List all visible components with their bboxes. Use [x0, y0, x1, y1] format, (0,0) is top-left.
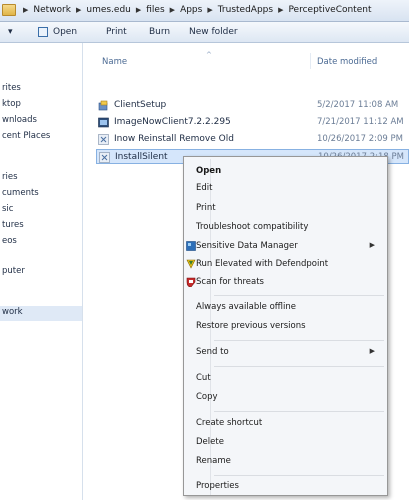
nav-item-desktop[interactable]: ktop	[2, 99, 21, 109]
submenu-arrow-icon: ▶	[369, 347, 375, 355]
menu-item-label: Scan for threats	[196, 277, 264, 287]
file-row-clientsetup[interactable]: ClientSetup 5/2/2017 11:08 AM	[96, 98, 409, 113]
menu-item-rename[interactable]: Rename	[196, 456, 231, 466]
application-icon	[98, 117, 109, 128]
menu-item-label: Run Elevated with Defendpoint	[196, 259, 329, 269]
chevron-right-icon[interactable]: ▶	[207, 6, 212, 16]
breadcrumb-umes[interactable]: umes.edu	[86, 5, 131, 15]
sort-up-icon: ^	[206, 51, 212, 59]
chevron-right-icon[interactable]: ▶	[76, 6, 81, 16]
menu-item-create-shortcut[interactable]: Create shortcut	[196, 418, 262, 428]
file-date: 5/2/2017 11:08 AM	[317, 100, 399, 110]
sensitive-data-icon	[186, 241, 196, 251]
breadcrumb-files[interactable]: files	[146, 5, 164, 15]
folder-icon	[2, 4, 16, 16]
organize-dropdown[interactable]: ▾	[8, 27, 13, 37]
print-button[interactable]: Print	[106, 27, 127, 37]
chevron-right-icon[interactable]: ▶	[136, 6, 141, 16]
file-row-inow-reinstall[interactable]: Inow Reinstall Remove Old 10/26/2017 2:0…	[96, 132, 409, 147]
command-bar: ▾ Open Print Burn New folder	[0, 22, 409, 43]
menu-item-label: Sensitive Data Manager	[196, 241, 298, 251]
menu-item-scan-threats[interactable]: Scan for threats	[186, 277, 264, 287]
column-header-date[interactable]: Date modified	[317, 57, 377, 67]
chevron-right-icon[interactable]: ▶	[278, 6, 283, 16]
open-icon	[38, 27, 48, 37]
navigation-pane: rites ktop wnloads cent Places ries cume…	[0, 43, 83, 500]
breadcrumb-perceptivecontent[interactable]: PerceptiveContent	[288, 5, 371, 15]
menu-item-run-elevated[interactable]: Run Elevated with Defendpoint	[186, 259, 329, 269]
column-divider[interactable]	[310, 53, 311, 69]
menu-item-troubleshoot[interactable]: Troubleshoot compatibility	[196, 222, 308, 232]
menu-item-properties[interactable]: Properties	[196, 481, 239, 491]
menu-separator	[214, 340, 384, 341]
menu-item-restore-versions[interactable]: Restore previous versions	[196, 321, 306, 331]
menu-separator	[214, 295, 384, 296]
submenu-arrow-icon: ▶	[369, 241, 375, 249]
nav-item-music[interactable]: sic	[2, 204, 13, 214]
nav-item-computer[interactable]: puter	[2, 266, 25, 276]
nav-item-downloads[interactable]: wnloads	[2, 115, 37, 125]
burn-button[interactable]: Burn	[149, 27, 170, 37]
file-row-imagenowclient[interactable]: ImageNowClient7.2.2.295 7/21/2017 11:12 …	[96, 115, 409, 130]
menu-item-cut[interactable]: Cut	[196, 373, 211, 383]
shield-icon	[186, 259, 196, 269]
breadcrumb-network[interactable]: Network	[33, 5, 71, 15]
new-folder-button[interactable]: New folder	[189, 27, 238, 37]
menu-item-edit[interactable]: Edit	[196, 183, 212, 193]
breadcrumb-trustedapps[interactable]: TrustedApps	[218, 5, 273, 15]
file-date: 10/26/2017 2:09 PM	[317, 134, 403, 144]
menu-separator	[214, 475, 384, 476]
file-name: ImageNowClient7.2.2.295	[114, 117, 231, 127]
nav-item-network[interactable]: work	[2, 307, 23, 317]
antivirus-icon	[186, 277, 196, 287]
menu-separator	[214, 411, 384, 412]
nav-item-favorites[interactable]: rites	[2, 83, 21, 93]
column-header-name[interactable]: Name	[102, 57, 127, 67]
nav-item-documents[interactable]: cuments	[2, 188, 39, 198]
menu-item-always-offline[interactable]: Always available offline	[196, 302, 296, 312]
menu-separator	[214, 366, 384, 367]
menu-item-sensitive-data-manager[interactable]: Sensitive Data Manager	[186, 241, 298, 251]
context-menu: Open Edit Print Troubleshoot compatibili…	[183, 156, 388, 496]
breadcrumb: ▶ Network ▶ umes.edu ▶ files ▶ Apps ▶ Tr…	[18, 5, 371, 15]
chevron-right-icon[interactable]: ▶	[23, 6, 28, 16]
file-name: ClientSetup	[114, 100, 167, 110]
menu-item-delete[interactable]: Delete	[196, 437, 224, 447]
menu-item-print[interactable]: Print	[196, 203, 216, 213]
file-name: Inow Reinstall Remove Old	[114, 134, 234, 144]
menu-item-open[interactable]: Open	[196, 166, 221, 176]
address-bar[interactable]: ▶ Network ▶ umes.edu ▶ files ▶ Apps ▶ Tr…	[0, 0, 409, 22]
nav-item-recent-places[interactable]: cent Places	[2, 131, 50, 141]
installer-icon	[98, 100, 108, 111]
nav-item-videos[interactable]: eos	[2, 236, 17, 246]
menu-item-send-to[interactable]: Send to	[196, 347, 229, 357]
file-name: InstallSilent	[115, 152, 168, 162]
nav-item-pictures[interactable]: tures	[2, 220, 24, 230]
nav-item-libraries[interactable]: ries	[2, 172, 18, 182]
menu-item-copy[interactable]: Copy	[196, 392, 218, 402]
file-date: 7/21/2017 11:12 AM	[317, 117, 404, 127]
script-file-icon	[98, 134, 109, 145]
open-button[interactable]: Open	[53, 27, 77, 37]
script-file-icon	[99, 152, 110, 163]
breadcrumb-apps[interactable]: Apps	[180, 5, 202, 15]
chevron-right-icon[interactable]: ▶	[170, 6, 175, 16]
